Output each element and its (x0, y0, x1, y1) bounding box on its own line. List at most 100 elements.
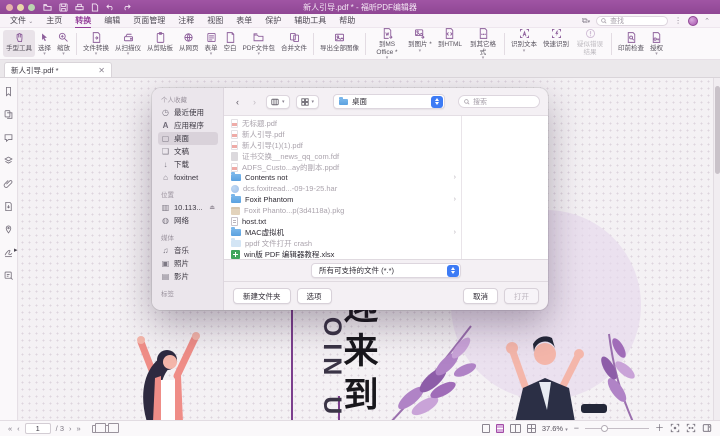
menu-help[interactable]: 帮助 (339, 15, 355, 26)
sidebar-item-music[interactable]: ♫音乐 (158, 244, 218, 257)
menu-protect[interactable]: 保护 (265, 15, 281, 26)
sidebar-item-foxitnet[interactable]: ⌂foxitnet (158, 171, 218, 184)
signature-icon[interactable] (3, 247, 14, 258)
to-html-button[interactable]: 到HTML (435, 28, 465, 54)
from-scanner-button[interactable]: 从扫描仪▾ (112, 30, 144, 57)
fit-width-icon[interactable] (686, 423, 696, 435)
menu-comment[interactable]: 注释 (178, 15, 194, 26)
pdf-portfolio-button[interactable]: PDF文件包▾ (240, 30, 279, 57)
zoom-slider[interactable] (585, 424, 649, 433)
from-clipboard-button[interactable]: 从剪贴板 (144, 30, 176, 57)
redo-icon[interactable] (122, 3, 131, 11)
file-convert-button[interactable]: 文件转换▾ (80, 30, 112, 57)
account-avatar[interactable] (688, 16, 698, 26)
sidebar-item-photos[interactable]: ▣照片 (158, 257, 218, 270)
folder-row[interactable]: Foxit Phantom› (228, 194, 459, 205)
collapse-toolbar-icon[interactable]: ⌃ (704, 17, 710, 25)
view-group-button[interactable]: ▾ (296, 95, 320, 109)
fit-page-icon[interactable] (670, 423, 680, 435)
thumbnail-view-icon[interactable] (527, 424, 536, 433)
forward-button[interactable]: › (249, 95, 260, 108)
to-image-button[interactable]: 到图片 *▾ (405, 28, 435, 54)
minimize-window-button[interactable] (17, 4, 24, 11)
menu-view[interactable]: 视图 (207, 15, 223, 26)
continuous-view-icon[interactable] (496, 424, 504, 433)
menu-accessibility[interactable]: 辅助工具 (294, 15, 326, 26)
quick-recognize-button[interactable]: 快速识别 (540, 28, 572, 54)
zoom-level-label[interactable]: 37.6% ▾ (542, 424, 568, 433)
reading-mode-icon[interactable] (702, 423, 712, 435)
fullscreen-window-button[interactable] (28, 4, 35, 11)
last-page-button[interactable]: » (77, 424, 81, 433)
new-folder-button[interactable]: 新建文件夹 (233, 288, 291, 304)
form-button[interactable]: 表单▾ (202, 30, 221, 57)
authorize-button[interactable]: 授权▾ (647, 30, 666, 57)
open-button[interactable]: 打开 (504, 288, 539, 304)
facing-view-icon[interactable] (510, 424, 521, 433)
sidebar-item-documents[interactable]: ❑文稿 (158, 145, 218, 158)
sidebar-item-downloads[interactable]: ↓下载 (158, 158, 218, 171)
sidebar-item-applications[interactable]: A应用程序 (158, 119, 218, 132)
zoom-out-button[interactable]: − (574, 424, 579, 433)
blank-document-button[interactable]: 空白 (221, 30, 240, 57)
layers-icon[interactable] (3, 155, 14, 166)
eject-icon[interactable]: ⏏ (209, 204, 215, 211)
view-columns-button[interactable]: ▾ (266, 95, 290, 109)
save-icon[interactable] (59, 3, 68, 12)
more-menu-icon[interactable]: ⋮ (674, 16, 682, 25)
preflight-button[interactable]: 印前检查 (615, 30, 647, 57)
menu-form[interactable]: 表单 (236, 15, 252, 26)
menu-edit[interactable]: 编辑 (104, 15, 120, 26)
select-tool-button[interactable]: 选择▾ (35, 30, 54, 57)
from-webpage-button[interactable]: 从网页 (176, 30, 202, 57)
zoom-slider-knob[interactable] (601, 425, 608, 432)
menu-page-organize[interactable]: 页面管理 (133, 15, 165, 26)
cancel-button[interactable]: 取消 (463, 288, 498, 304)
share-tool-icon[interactable]: ⧉▾ (582, 16, 590, 26)
hand-tool-button[interactable]: 手型工具 (3, 30, 35, 57)
sidebar-item-recents[interactable]: ◷最近使用 (158, 106, 218, 119)
scrollbar-thumb[interactable] (715, 86, 720, 174)
folder-row[interactable]: Contents not› (228, 172, 459, 183)
to-ms-office-button[interactable]: 到MS Office *▾ (369, 28, 405, 60)
sidebar-item-server[interactable]: ▥10.113...⏏ (158, 201, 218, 214)
dialog-search-field[interactable]: 搜索 (458, 95, 540, 108)
page-number-input[interactable]: 1 (25, 423, 51, 434)
destination-icon[interactable] (3, 224, 14, 235)
to-other-formats-button[interactable]: 到其它格式▾ (465, 28, 501, 60)
menu-convert[interactable]: 转换 (75, 15, 91, 27)
open-file-icon[interactable] (43, 3, 52, 12)
sidebar-item-movies[interactable]: ▤影片 (158, 270, 218, 283)
recognize-text-button[interactable]: 识别文本▾ (508, 28, 540, 54)
menu-home[interactable]: 主页 (46, 15, 62, 26)
close-window-button[interactable] (6, 4, 13, 11)
bookmark-icon[interactable] (3, 86, 14, 97)
folder-row[interactable]: MAC虚拟机› (228, 227, 459, 238)
close-tab-icon[interactable]: ✕ (98, 66, 105, 75)
single-page-view-icon[interactable] (482, 424, 490, 433)
back-button[interactable]: ‹ (232, 95, 243, 108)
zoom-in-button[interactable]: ＋ (655, 424, 664, 433)
undo-icon[interactable] (106, 3, 115, 11)
next-page-button[interactable]: › (69, 424, 72, 433)
combine-files-button[interactable]: 合并文件 (278, 30, 310, 57)
previous-page-button[interactable]: ‹ (17, 424, 20, 433)
print-icon[interactable] (75, 3, 84, 12)
find-box[interactable]: 查找 (596, 16, 668, 26)
first-page-button[interactable]: « (8, 424, 12, 433)
menu-file[interactable]: 文件 ⌄ (10, 15, 33, 26)
document-tab[interactable]: 新人引导.pdf * ✕ (4, 62, 112, 77)
panel-expand-handle[interactable]: ▸ (14, 246, 18, 254)
new-document-icon[interactable] (91, 3, 99, 12)
export-all-images-button[interactable]: 导出全部图像 (317, 30, 362, 57)
file-row[interactable]: host.txt (228, 216, 459, 227)
pages-icon[interactable] (3, 109, 14, 120)
attachment-icon[interactable] (3, 178, 14, 189)
previous-view-icon[interactable] (92, 425, 101, 433)
options-button[interactable]: 选项 (297, 288, 332, 304)
location-dropdown[interactable]: 桌面 (333, 94, 445, 109)
sidebar-item-network[interactable]: ◍网络 (158, 214, 218, 227)
field-icon[interactable] (3, 270, 14, 281)
filetype-dropdown[interactable]: 所有可支持的文件 (*.*) (311, 263, 461, 278)
export-doc-icon[interactable] (3, 201, 14, 212)
